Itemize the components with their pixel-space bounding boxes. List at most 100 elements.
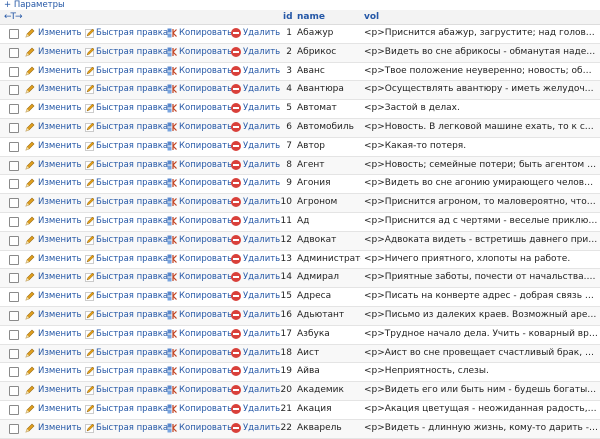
edit-link[interactable]: Изменить [38,178,82,189]
quick-edit-link[interactable]: Быстрая правка [96,291,168,302]
quick-edit-pencil-icon[interactable] [85,84,95,95]
quick-edit-pencil-icon[interactable] [85,216,95,226]
row-checkbox[interactable] [9,254,19,265]
pencil-icon[interactable] [25,84,35,94]
edit-link[interactable]: Изменить [38,254,82,265]
copy-icon[interactable] [167,366,177,376]
delete-link[interactable]: Удалить [243,178,280,189]
pencil-icon[interactable] [25,366,35,376]
quick-edit-link[interactable]: Быстрая правка [96,216,168,227]
quick-edit-link[interactable]: Быстрая правка [96,366,168,377]
copy-link[interactable]: Копировать [179,84,232,95]
quick-edit-pencil-icon[interactable] [85,122,95,132]
quick-edit-link[interactable]: Быстрая правка [96,141,168,152]
row-checkbox[interactable] [9,179,19,190]
quick-edit-link[interactable]: Быстрая правка [96,160,168,171]
quick-edit-pencil-icon[interactable] [85,404,95,414]
edit-link[interactable]: Изменить [38,272,82,283]
row-checkbox[interactable] [9,160,19,171]
copy-link[interactable]: Копировать [179,310,232,321]
copy-link[interactable]: Копировать [179,423,232,434]
delete-icon[interactable] [231,253,241,264]
delete-link[interactable]: Удалить [243,122,280,133]
edit-link[interactable]: Изменить [38,122,82,133]
edit-link[interactable]: Изменить [38,141,82,152]
quick-edit-link[interactable]: Быстрая правка [96,103,168,114]
delete-icon[interactable] [231,84,241,95]
quick-edit-link[interactable]: Быстрая правка [96,254,168,265]
row-checkbox[interactable] [9,85,19,96]
row-checkbox[interactable] [9,329,19,340]
column-header-id[interactable]: id [283,12,293,22]
quick-edit-pencil-icon[interactable] [85,235,95,245]
copy-icon[interactable] [167,254,177,264]
copy-link[interactable]: Копировать [179,366,232,377]
edit-link[interactable]: Изменить [38,404,82,415]
delete-icon[interactable] [231,197,241,208]
column-header-name[interactable]: name [297,12,325,22]
copy-link[interactable]: Копировать [179,178,232,189]
quick-edit-link[interactable]: Быстрая правка [96,47,168,58]
delete-icon[interactable] [231,103,241,114]
edit-link[interactable]: Изменить [38,310,82,321]
pencil-icon[interactable] [25,103,35,113]
copy-link[interactable]: Копировать [179,272,232,283]
delete-link[interactable]: Удалить [243,235,280,246]
pencil-icon[interactable] [25,329,35,339]
delete-link[interactable]: Удалить [243,160,280,171]
quick-edit-link[interactable]: Быстрая правка [96,272,168,283]
quick-edit-pencil-icon[interactable] [85,141,95,151]
quick-edit-pencil-icon[interactable] [85,329,95,339]
quick-edit-pencil-icon[interactable] [85,348,95,358]
edit-link[interactable]: Изменить [38,28,82,39]
copy-icon[interactable] [167,178,177,188]
pencil-icon[interactable] [25,178,35,188]
quick-edit-pencil-icon[interactable] [85,423,95,433]
copy-icon[interactable] [167,404,177,414]
pencil-icon[interactable] [25,348,35,358]
delete-link[interactable]: Удалить [243,385,280,396]
copy-icon[interactable] [167,47,177,57]
copy-icon[interactable] [167,28,177,38]
edit-link[interactable]: Изменить [38,235,82,246]
edit-link[interactable]: Изменить [38,423,82,434]
copy-link[interactable]: Копировать [179,103,232,114]
quick-edit-link[interactable]: Быстрая правка [96,385,168,396]
options-link[interactable]: + Параметры [4,0,65,10]
delete-icon[interactable] [231,403,241,414]
quick-edit-pencil-icon[interactable] [85,103,95,113]
copy-icon[interactable] [167,66,177,76]
edit-link[interactable]: Изменить [38,291,82,302]
delete-icon[interactable] [231,65,241,76]
delete-link[interactable]: Удалить [243,66,280,77]
copy-icon[interactable] [167,197,177,207]
delete-link[interactable]: Удалить [243,47,280,58]
row-checkbox[interactable] [9,216,19,227]
copy-link[interactable]: Копировать [179,141,232,152]
delete-link[interactable]: Удалить [243,216,280,227]
row-checkbox[interactable] [9,104,19,115]
row-checkbox[interactable] [9,198,19,209]
pencil-icon[interactable] [25,235,35,245]
quick-edit-pencil-icon[interactable] [85,291,95,301]
quick-edit-link[interactable]: Быстрая правка [96,423,168,434]
edit-link[interactable]: Изменить [38,103,82,114]
edit-link[interactable]: Изменить [38,216,82,227]
copy-link[interactable]: Копировать [179,160,232,171]
edit-link[interactable]: Изменить [38,197,82,208]
quick-edit-pencil-icon[interactable] [85,366,95,377]
row-checkbox[interactable] [9,122,19,133]
copy-icon[interactable] [167,385,177,395]
delete-link[interactable]: Удалить [243,141,280,152]
row-checkbox[interactable] [9,367,19,378]
pencil-icon[interactable] [25,423,35,433]
quick-edit-link[interactable]: Быстрая правка [96,178,168,189]
pencil-icon[interactable] [25,385,35,395]
delete-icon[interactable] [231,234,241,245]
quick-edit-pencil-icon[interactable] [85,160,95,170]
copy-icon[interactable] [167,348,177,358]
delete-icon[interactable] [231,28,241,38]
delete-icon[interactable] [231,328,241,339]
delete-icon[interactable] [231,159,241,170]
copy-link[interactable]: Копировать [179,385,232,396]
